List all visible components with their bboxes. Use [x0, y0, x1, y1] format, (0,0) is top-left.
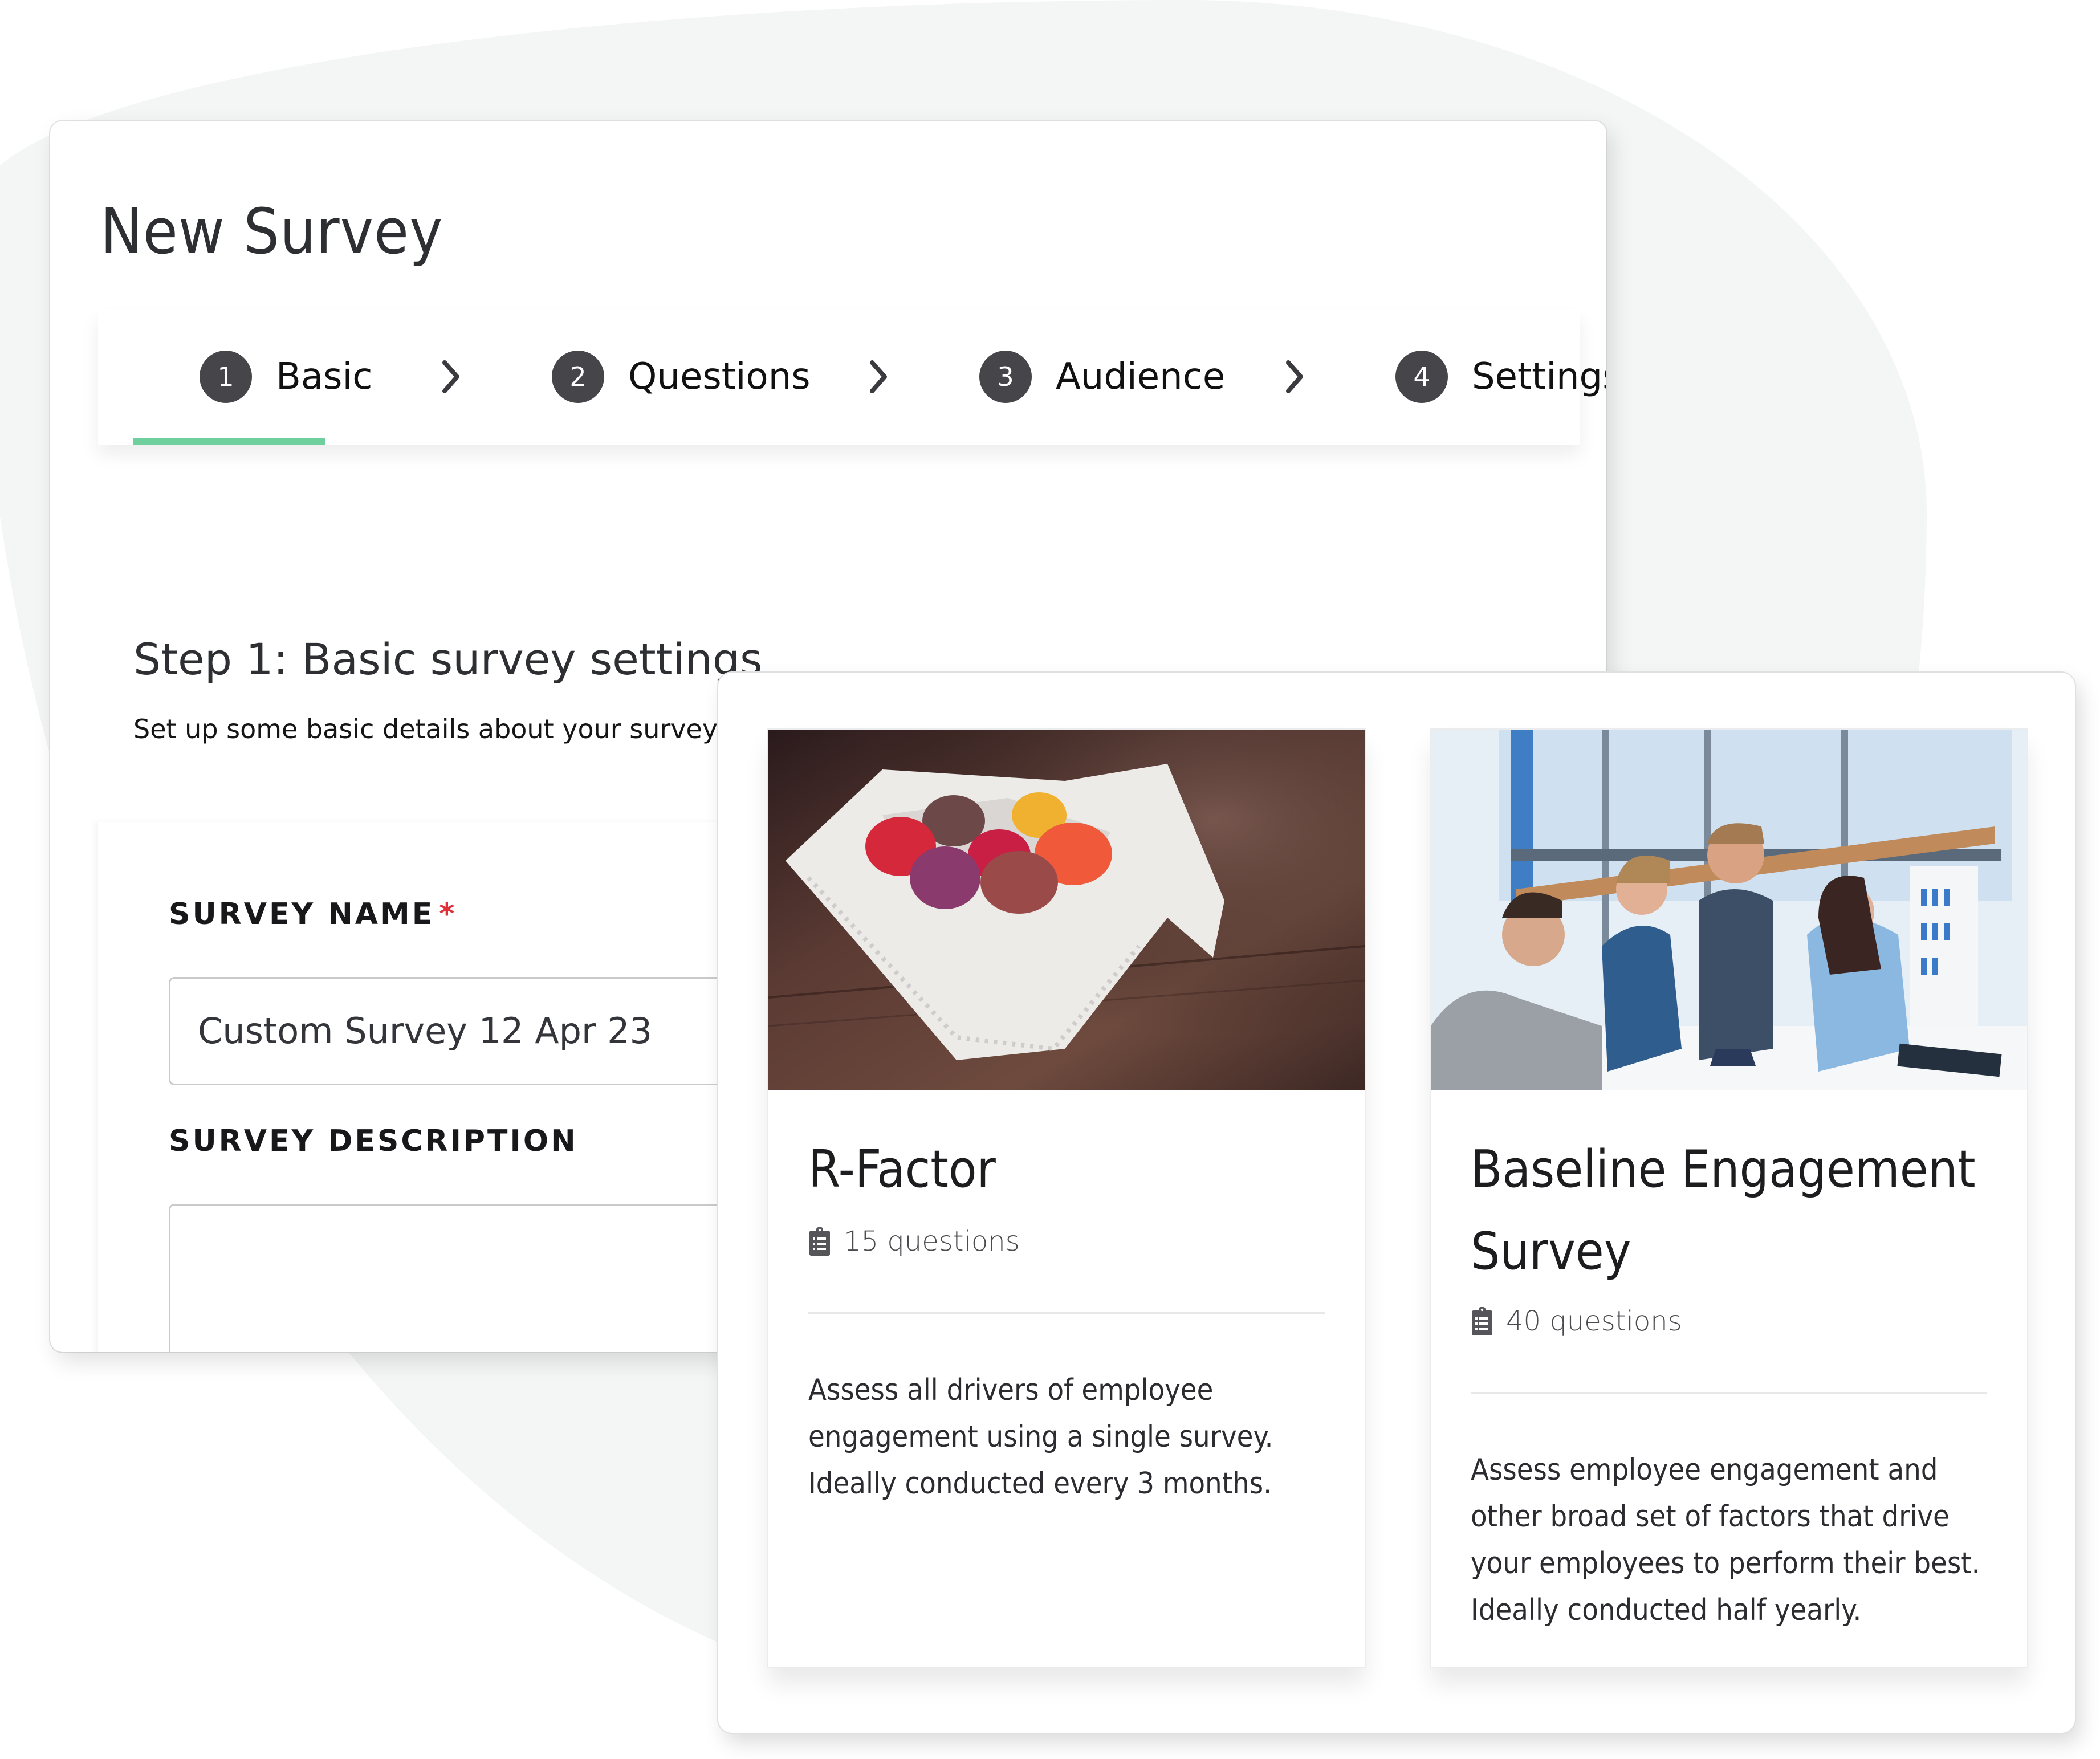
survey-description-label: SURVEY DESCRIPTION: [169, 1124, 578, 1158]
macarons-photo: [768, 730, 1365, 1090]
section-title: Step 1: Basic survey settings: [133, 634, 763, 685]
template-description: Assess employee engagement and other bro…: [1471, 1453, 1980, 1627]
clipboard-list-icon: [809, 1227, 830, 1256]
team-meeting-photo: [1431, 730, 2027, 1090]
question-count: 15 questions: [808, 1225, 1020, 1257]
step-settings[interactable]: 4 Settings: [1395, 309, 1606, 445]
page-title: New Survey: [100, 195, 443, 268]
survey-name-value: Custom Survey 12 Apr 23: [198, 1010, 653, 1052]
template-card-baseline-engagement[interactable]: Baseline Engagement Survey 40 questions …: [1431, 730, 2027, 1667]
step-number-badge: 2: [552, 351, 604, 403]
question-count: 40 questions: [1471, 1305, 1682, 1337]
clipboard-list-icon: [1472, 1307, 1492, 1335]
template-description: Assess all drivers of employee engagemen…: [808, 1373, 1273, 1501]
chevron-right-icon: [1284, 309, 1307, 445]
template-title: R-Factor: [808, 1139, 996, 1199]
chevron-right-icon: [868, 309, 890, 445]
step-audience[interactable]: 3 Audience: [979, 309, 1225, 445]
step-number-badge: 4: [1395, 351, 1448, 403]
section-subtitle: Set up some basic details about your sur…: [133, 714, 718, 744]
active-step-indicator: [133, 438, 325, 445]
template-title: Baseline Engagement Survey: [1471, 1139, 1976, 1281]
step-label: Audience: [1056, 356, 1226, 398]
step-label: Questions: [628, 356, 811, 398]
question-count-text: 15 questions: [844, 1225, 1020, 1257]
chevron-right-icon: [440, 309, 463, 445]
question-count-text: 40 questions: [1506, 1305, 1682, 1337]
step-label: Settings: [1472, 356, 1606, 398]
wizard-stepper: 1 Basic 2 Questions 3 Audience 4 Setting…: [98, 309, 1606, 445]
survey-name-label: SURVEY NAME *: [169, 897, 457, 931]
step-label: Basic: [276, 356, 373, 398]
required-asterisk: *: [439, 897, 457, 931]
card-divider: [808, 1312, 1325, 1314]
step-basic[interactable]: 1 Basic: [200, 309, 372, 445]
step-number-badge: 1: [200, 351, 252, 403]
step-questions[interactable]: 2 Questions: [552, 309, 811, 445]
survey-templates-panel: R-Factor 15 questions Assess all drivers…: [718, 673, 2075, 1733]
step-number-badge: 3: [979, 351, 1032, 403]
survey-name-label-text: SURVEY NAME: [169, 897, 435, 931]
template-card-r-factor[interactable]: R-Factor 15 questions Assess all drivers…: [768, 730, 1365, 1667]
card-divider: [1471, 1392, 1987, 1394]
